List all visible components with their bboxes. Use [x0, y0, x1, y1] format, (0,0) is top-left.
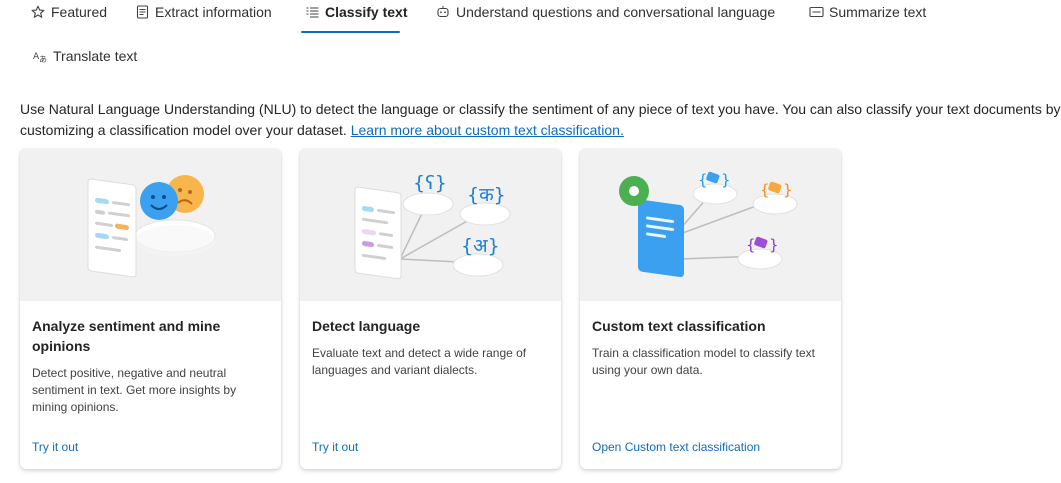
tab-translate-text[interactable]: Aあ Translate text — [32, 41, 137, 71]
tab-label: Summarize text — [829, 4, 927, 20]
tab-bar: Featured Extract information Classify te… — [0, 0, 1061, 80]
glyph-2: {क} — [467, 184, 506, 206]
card-analyze-sentiment[interactable]: Analyze sentiment and mine opinions Dete… — [20, 149, 281, 469]
card-description: Detect positive, negative and neutral se… — [32, 366, 237, 414]
text-list-icon — [304, 4, 320, 20]
translate-icon: Aあ — [32, 48, 48, 64]
card-custom-text-classification[interactable]: { } { } { } Custom text classification T… — [580, 149, 841, 469]
glyph-1: {ʕ} — [413, 172, 447, 194]
intro-line-1: Use Natural Language Understanding (NLU)… — [20, 101, 1061, 117]
tab-summarize-text[interactable]: Summarize text — [808, 0, 926, 27]
star-icon — [30, 4, 46, 20]
learn-more-link[interactable]: Learn more about custom text classificat… — [351, 122, 624, 138]
card-detect-language[interactable]: {ʕ} {क} {अ} Detect language Evaluate tex… — [300, 149, 561, 469]
card-title: Analyze sentiment and mine opinions — [32, 318, 221, 354]
intro-text: Use Natural Language Understanding (NLU)… — [20, 99, 1061, 141]
svg-text:}: } — [769, 236, 779, 254]
card-title: Custom text classification — [592, 318, 766, 334]
try-it-out-link[interactable]: Try it out — [312, 440, 358, 454]
intro-line-2-text: customizing a classification model over … — [20, 122, 351, 138]
tab-extract-information[interactable]: Extract information — [134, 0, 272, 27]
tab-understand-questions[interactable]: Understand questions and conversational … — [435, 0, 775, 27]
glyph-3: {अ} — [461, 235, 500, 257]
chat-bot-icon — [435, 4, 451, 20]
language-illustration: {ʕ} {क} {अ} — [300, 149, 561, 301]
intro-line-2: customizing a classification model over … — [20, 120, 1061, 141]
tab-label: Understand questions and conversational … — [456, 4, 776, 20]
svg-text:{: { — [698, 171, 708, 189]
tab-classify-text[interactable]: Classify text — [304, 0, 407, 27]
card-description: Train a classification model to classify… — [592, 346, 815, 377]
card-title: Detect language — [312, 318, 421, 334]
tab-label: Featured — [51, 4, 108, 20]
sentiment-illustration — [20, 149, 281, 301]
tab-label: Translate text — [53, 48, 138, 64]
try-it-out-link[interactable]: Try it out — [32, 440, 78, 454]
open-custom-text-classification-link[interactable]: Open Custom text classification — [592, 440, 760, 454]
active-tab-indicator — [301, 31, 400, 33]
card-description: Evaluate text and detect a wide range of… — [312, 346, 527, 377]
summary-icon — [808, 4, 824, 20]
svg-text:}: } — [783, 181, 793, 199]
tab-featured[interactable]: Featured — [30, 0, 107, 27]
svg-text:{: { — [746, 236, 756, 254]
tab-label: Extract information — [155, 4, 272, 20]
document-icon — [134, 4, 150, 20]
svg-text:}: } — [721, 171, 731, 189]
custom-classification-illustration: { } { } { } — [580, 149, 841, 301]
svg-text:あ: あ — [39, 55, 47, 63]
tab-label: Classify text — [325, 4, 408, 20]
svg-text:{: { — [760, 181, 770, 199]
